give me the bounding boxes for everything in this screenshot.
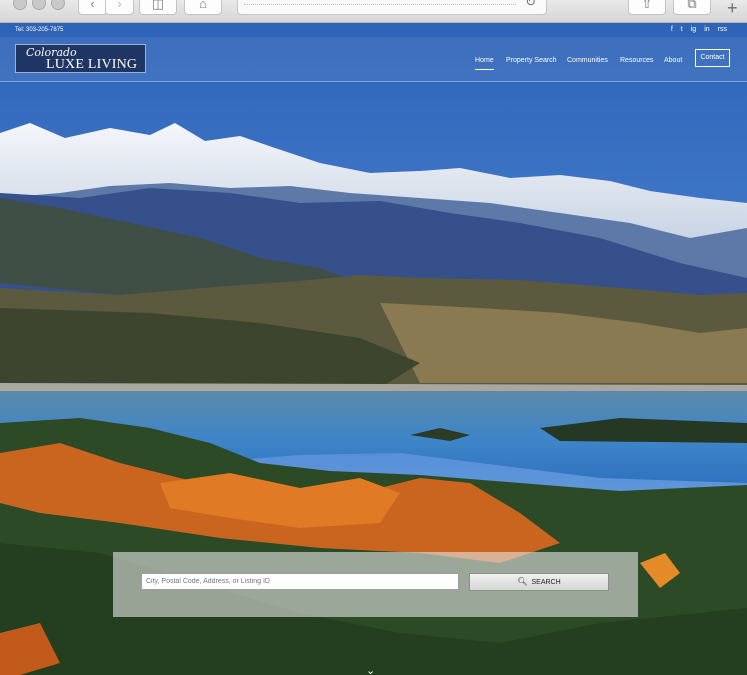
address-placeholder — [244, 4, 516, 5]
search-button[interactable]: 🔍︎ SEARCH — [469, 573, 609, 591]
linkedin-icon[interactable]: in — [704, 26, 709, 34]
nav-resources[interactable]: Resources — [620, 57, 653, 64]
main-navigation: Colorado LUXE LIVING Home Property Searc… — [0, 37, 747, 82]
property-search-panel: 🔍︎SEARCH — [113, 552, 638, 617]
back-chevron-icon: ‹ — [90, 0, 95, 11]
scroll-down-chevron-icon[interactable]: ⌄ — [366, 664, 375, 675]
property-search-input[interactable] — [141, 573, 459, 590]
nav-home[interactable]: Home — [475, 57, 494, 70]
forward-button[interactable]: › — [105, 0, 134, 15]
home-button[interactable]: ⌂ — [184, 0, 222, 15]
phone-number[interactable]: Tel: 303-205-7875 — [15, 27, 63, 33]
sidebar-button[interactable]: ◫ — [139, 0, 177, 15]
back-button[interactable]: ‹ — [78, 0, 107, 15]
nav-communities[interactable]: Communities — [567, 57, 608, 64]
share-icon: ⇧ — [641, 0, 653, 11]
nav-property-search[interactable]: Property Search — [506, 57, 557, 64]
reload-icon[interactable]: ↻ — [525, 0, 536, 10]
instagram-icon[interactable]: ig — [691, 26, 696, 34]
share-button[interactable]: ⇧ — [628, 0, 666, 15]
home-icon: ⌂ — [199, 0, 207, 11]
search-icon: 🔍︎ — [517, 577, 528, 586]
nav-contact-button[interactable]: Contact — [695, 49, 730, 67]
rss-icon[interactable]: rss — [718, 26, 727, 34]
browser-toolbar: ‹ › ◫ ⌂ ↻ ⇧ ⧉ + — [0, 0, 747, 23]
search-button-label: SEARCH — [531, 579, 561, 586]
web-page: Tel: 303-205-7875 f t ig in rss Colorado… — [0, 23, 747, 675]
sidebar-icon: ◫ — [151, 0, 165, 11]
site-logo[interactable]: Colorado LUXE LIVING — [15, 44, 146, 73]
window-minimize-button[interactable] — [32, 0, 46, 10]
forward-chevron-icon: › — [117, 0, 122, 11]
facebook-icon[interactable]: f — [671, 26, 673, 34]
address-bar[interactable]: ↻ — [237, 0, 547, 15]
window-zoom-button[interactable] — [51, 0, 65, 10]
nav-about[interactable]: About — [664, 57, 682, 64]
window-close-button[interactable] — [13, 0, 27, 10]
top-info-bar: Tel: 303-205-7875 f t ig in rss — [0, 23, 747, 37]
social-links: f t ig in rss — [671, 26, 727, 34]
tabs-button[interactable]: ⧉ — [673, 0, 711, 15]
logo-line-2: LUXE LIVING — [46, 57, 138, 72]
new-tab-button[interactable]: + — [727, 0, 738, 17]
tabs-icon: ⧉ — [687, 0, 697, 11]
twitter-icon[interactable]: t — [681, 26, 683, 34]
